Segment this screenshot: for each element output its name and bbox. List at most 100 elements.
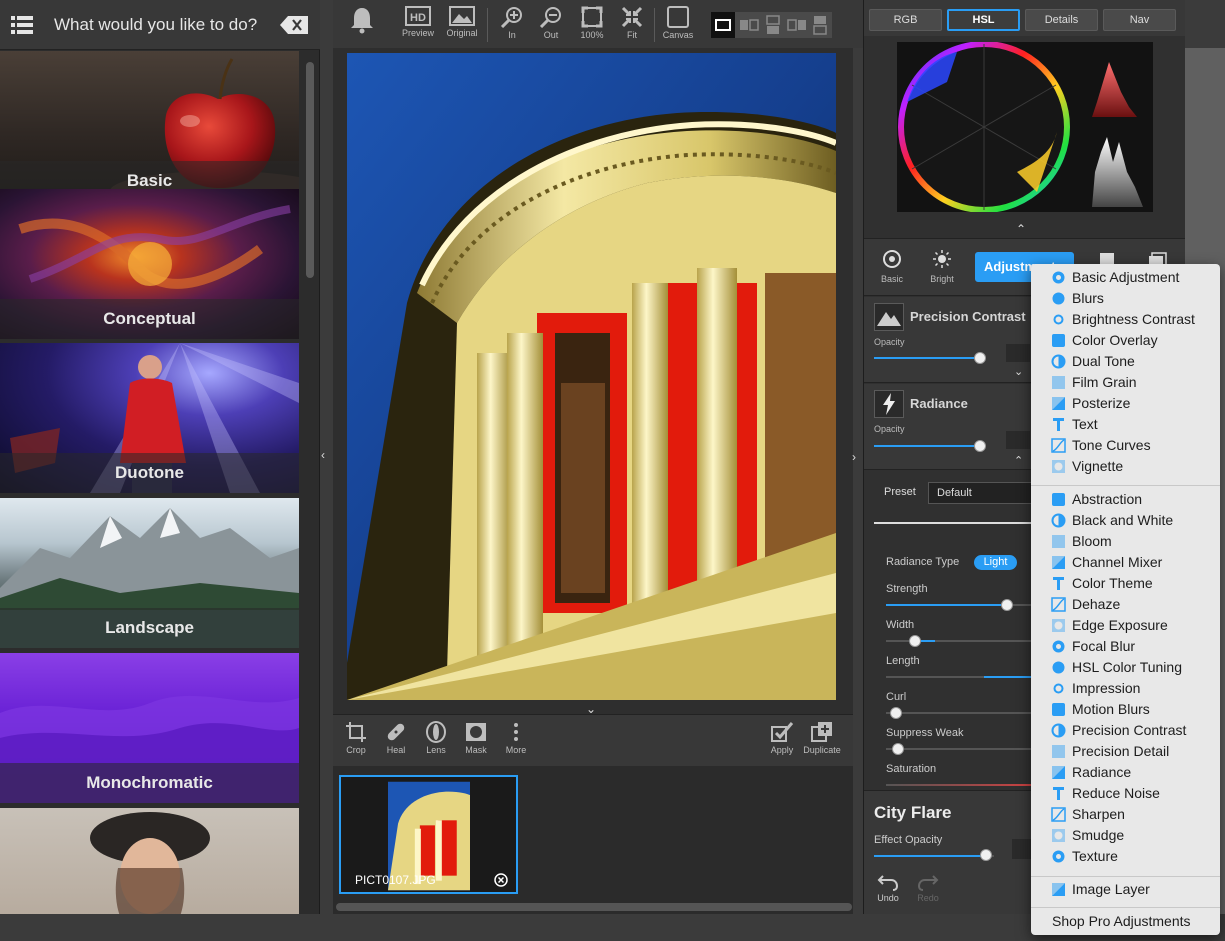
menu-item-focal-blur[interactable]: Focal Blur — [1031, 636, 1220, 657]
suppress-weak-slider-knob[interactable] — [892, 743, 904, 755]
stack-view-icon[interactable] — [761, 12, 785, 38]
heal-label: Heal — [386, 745, 406, 755]
menu-item-abstraction[interactable]: Abstraction — [1031, 489, 1220, 510]
split-view-icon[interactable] — [737, 12, 761, 38]
menu-item-vignette[interactable]: Vignette — [1031, 456, 1220, 477]
crop-button[interactable]: Crop — [336, 721, 376, 755]
collapse-histogram-icon[interactable]: ⌃ — [1016, 222, 1026, 236]
main-photo[interactable] — [347, 53, 836, 700]
category-portrait[interactable] — [0, 808, 299, 914]
more-button[interactable]: More — [496, 721, 536, 755]
apply-button[interactable]: Apply — [762, 721, 802, 755]
menu-item-film-grain[interactable]: Film Grain — [1031, 372, 1220, 393]
duplicate-button[interactable]: Duplicate — [802, 721, 842, 755]
menu-item-text[interactable]: Text — [1031, 414, 1220, 435]
zoom-in-button[interactable]: In — [497, 6, 527, 46]
menu-item-image-layer[interactable]: Image Layer — [1031, 879, 1220, 900]
menu-item-reduce-noise[interactable]: Reduce Noise — [1031, 783, 1220, 804]
category-landscape[interactable]: Landscape — [0, 498, 299, 648]
category-duotone[interactable]: Duotone — [0, 343, 299, 493]
opacity-slider-knob[interactable] — [974, 352, 986, 364]
expand-layer-icon[interactable]: ⌄ — [1014, 365, 1023, 378]
collapse-right-panel-icon[interactable]: › — [852, 450, 862, 468]
curl-slider-track[interactable] — [886, 712, 1036, 714]
menu-item-edge-exposure[interactable]: Edge Exposure — [1031, 615, 1220, 636]
redo-button[interactable]: Redo — [913, 873, 943, 903]
mask-button[interactable]: Mask — [456, 721, 496, 755]
single-view-button[interactable] — [711, 12, 735, 38]
menu-item-color-theme[interactable]: Color Theme — [1031, 573, 1220, 594]
menu-item-texture[interactable]: Texture — [1031, 846, 1220, 867]
saturation-label: Saturation — [886, 763, 937, 775]
adjustments-menu: Basic Adjustment Blurs Brightness Contrast… — [1031, 264, 1220, 935]
menu-item-label: Posterize — [1072, 395, 1131, 411]
menu-item-radiance[interactable]: Radiance — [1031, 762, 1220, 783]
menu-item-dehaze[interactable]: Dehaze — [1031, 594, 1220, 615]
menu-item-hsl-color-tuning[interactable]: HSL Color Tuning — [1031, 657, 1220, 678]
effect-opacity-slider-knob[interactable] — [980, 849, 992, 861]
clear-search-icon[interactable] — [280, 16, 308, 34]
mirror-view-icon[interactable] — [785, 12, 809, 38]
menu-item-tone-curves[interactable]: Tone Curves — [1031, 435, 1220, 456]
zoom-out-button[interactable]: Out — [536, 6, 566, 46]
collapse-layer-icon[interactable]: ⌃ — [1014, 454, 1023, 467]
opacity-value-field[interactable] — [1006, 431, 1030, 449]
menu-item-precision-contrast[interactable]: Precision Contrast — [1031, 720, 1220, 741]
collapse-left-panel-icon[interactable]: ‹ — [321, 448, 331, 468]
menu-item-posterize[interactable]: Posterize — [1031, 393, 1220, 414]
menu-item-label: Radiance — [1072, 764, 1132, 780]
category-basic[interactable]: Basic — [0, 51, 299, 201]
width-slider-knob[interactable] — [909, 635, 921, 647]
tab-hsl[interactable]: HSL — [947, 9, 1020, 31]
category-monochromatic[interactable]: Monochromatic — [0, 653, 299, 803]
opacity-slider-knob[interactable] — [974, 440, 986, 452]
menu-item-label: Bloom — [1072, 533, 1112, 549]
heal-button[interactable]: Heal — [376, 721, 416, 755]
filmstrip-thumbnail[interactable]: PICT0107.JPG — [339, 775, 518, 894]
search-bar[interactable]: What would you like to do? — [0, 0, 320, 50]
fit-button[interactable]: Fit — [617, 6, 647, 46]
search-input[interactable]: What would you like to do? — [54, 15, 257, 35]
zoom-100-button[interactable]: 100% — [576, 6, 608, 46]
menu-item-precision-detail[interactable]: Precision Detail — [1031, 741, 1220, 762]
menu-item-channel-mixer[interactable]: Channel Mixer — [1031, 552, 1220, 573]
menu-item-brightness-contrast[interactable]: Brightness Contrast — [1031, 309, 1220, 330]
menu-item-basic-adjustment[interactable]: Basic Adjustment — [1031, 267, 1220, 288]
notifications-button[interactable] — [347, 6, 377, 46]
menu-item-motion-blurs[interactable]: Motion Blurs — [1031, 699, 1220, 720]
list-menu-icon[interactable] — [11, 15, 33, 35]
category-scrollbar[interactable] — [306, 62, 314, 278]
shop-pro-adjustments-item[interactable]: Shop Pro Adjustments — [1031, 909, 1220, 931]
menu-item-dual-tone[interactable]: Dual Tone — [1031, 351, 1220, 372]
menu-item-label: Sharpen — [1072, 806, 1125, 822]
tab-bright-filters[interactable]: Bright — [922, 249, 962, 284]
original-button[interactable]: Original — [443, 6, 481, 46]
radiance-type-light-toggle[interactable]: Light — [974, 555, 1017, 570]
menu-item-black-and-white[interactable]: Black and White — [1031, 510, 1220, 531]
opacity-value-field[interactable] — [1006, 344, 1030, 362]
strength-slider-knob[interactable] — [1001, 599, 1013, 611]
menu-item-blurs[interactable]: Blurs — [1031, 288, 1220, 309]
menu-item-bloom[interactable]: Bloom — [1031, 531, 1220, 552]
menu-item-sharpen[interactable]: Sharpen — [1031, 804, 1220, 825]
menu-item-impression[interactable]: Impression — [1031, 678, 1220, 699]
curl-slider-knob[interactable] — [890, 707, 902, 719]
tab-nav[interactable]: Nav — [1103, 9, 1176, 31]
tab-rgb[interactable]: RGB — [869, 9, 942, 31]
menu-item-color-overlay[interactable]: Color Overlay — [1031, 330, 1220, 351]
preview-button[interactable]: HD Preview — [399, 6, 437, 46]
filmstrip-scrollbar[interactable] — [336, 903, 852, 911]
tab-details[interactable]: Details — [1025, 9, 1098, 31]
close-thumbnail-icon[interactable] — [494, 873, 508, 887]
tab-basic-filters[interactable]: Basic — [872, 249, 912, 284]
category-conceptual[interactable]: Conceptual — [0, 189, 299, 339]
lens-button[interactable]: Lens — [416, 721, 456, 755]
mask-label: Mask — [465, 745, 487, 755]
menu-item-smudge[interactable]: Smudge — [1031, 825, 1220, 846]
suppress-weak-slider-track[interactable] — [886, 748, 1036, 750]
undo-button[interactable]: Undo — [873, 873, 903, 903]
dual-tone-icon — [1051, 354, 1066, 369]
compare-view-icon[interactable] — [808, 12, 832, 38]
saturation-slider-track[interactable] — [886, 784, 1036, 786]
canvas-button[interactable]: Canvas — [660, 6, 696, 46]
